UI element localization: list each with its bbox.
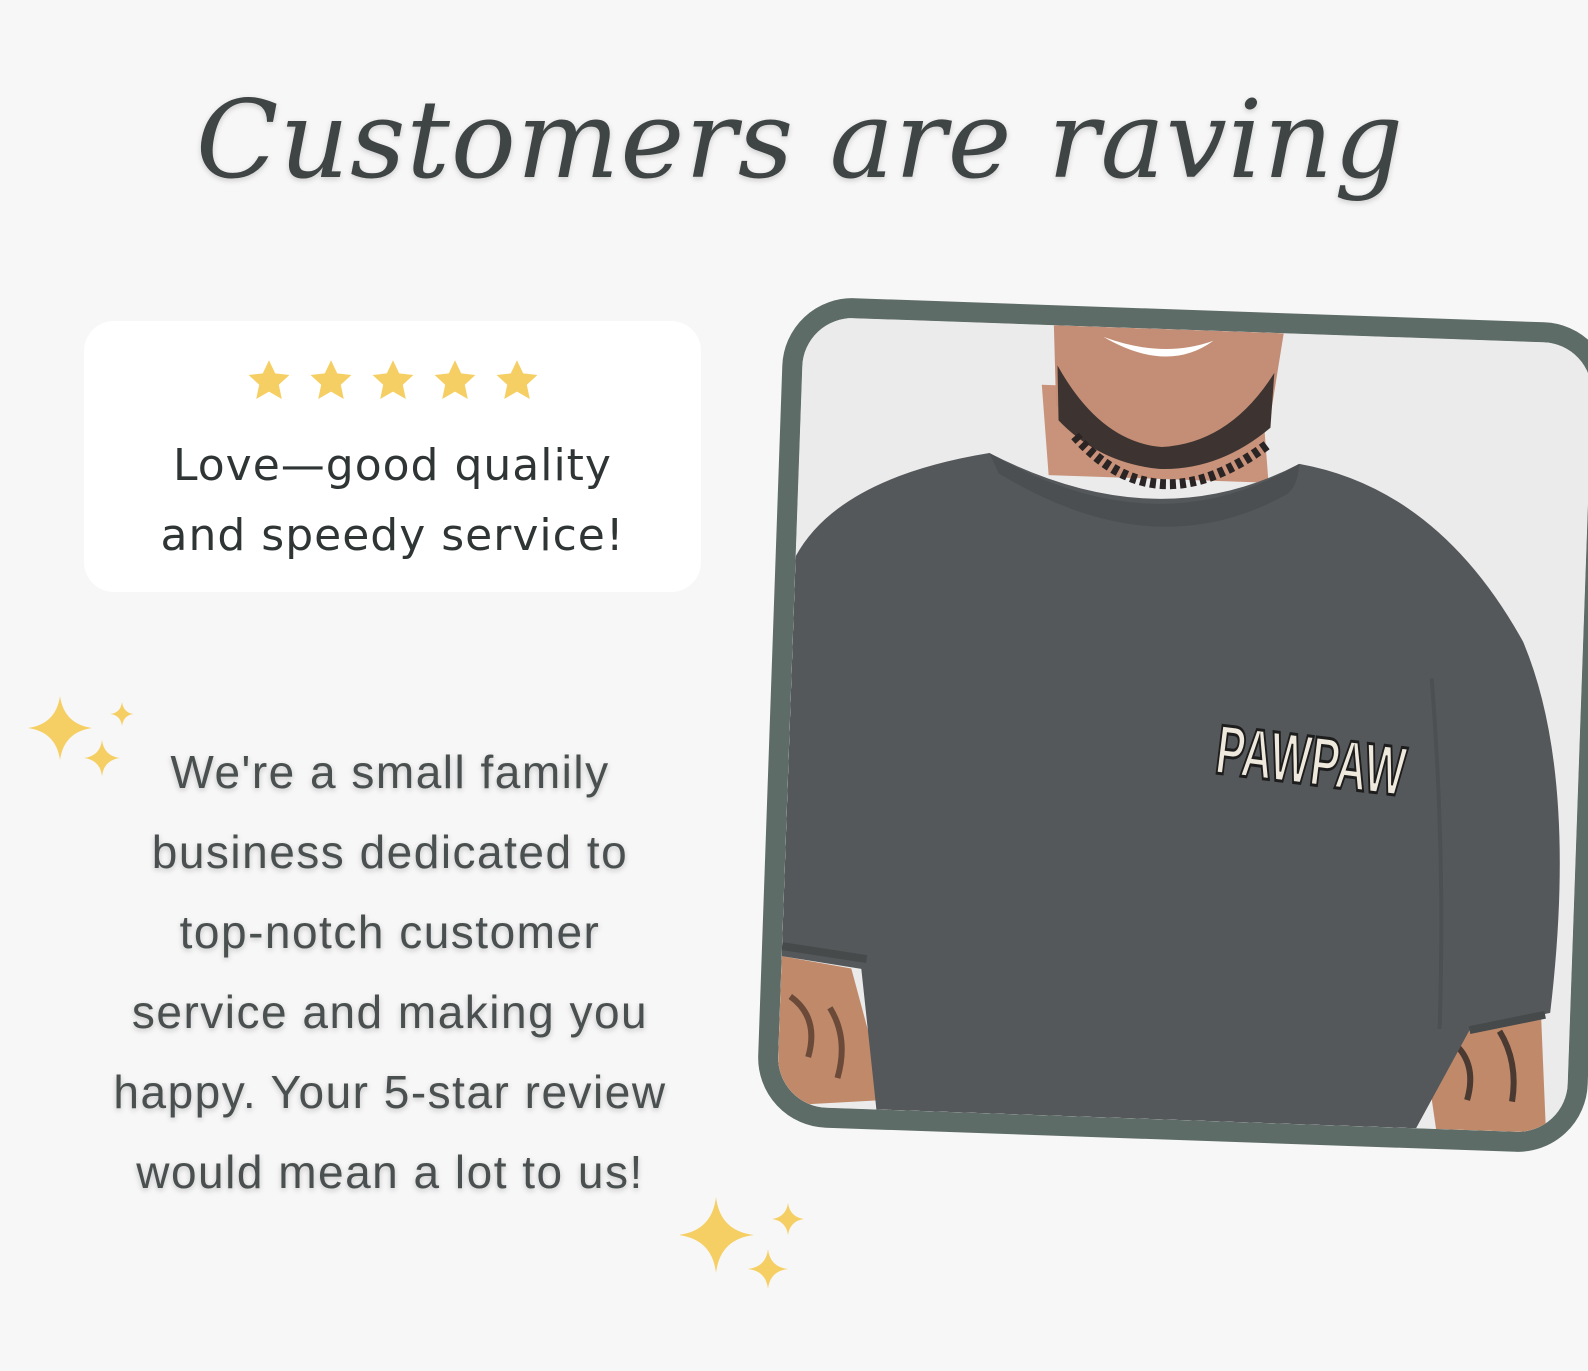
message-line: business dedicated to — [151, 826, 629, 878]
message-line: service and making you — [131, 986, 649, 1038]
star-icon — [372, 360, 413, 399]
star-rating — [84, 357, 701, 405]
message-line: We're a small family — [170, 746, 610, 798]
review-quote: Love—good quality and speedy service! — [104, 431, 681, 571]
message-line: would mean a lot to us! — [136, 1146, 644, 1198]
sparkles-icon — [680, 1197, 804, 1289]
review-line: Love—good quality — [173, 440, 612, 491]
product-photo: PAWPAW — [755, 295, 1588, 1155]
review-card: Love—good quality and speedy service! — [84, 321, 701, 592]
t-shirt — [781, 453, 1560, 1129]
star-icon — [434, 360, 475, 399]
review-line: and speedy service! — [160, 510, 625, 561]
star-icon — [496, 360, 537, 399]
star-icon — [248, 360, 289, 399]
page-title: Customers are raving — [195, 77, 1405, 203]
star-icon — [310, 360, 351, 399]
message-line: top-notch customer — [179, 906, 601, 958]
message-line: happy. Your 5-star review — [113, 1066, 667, 1118]
message-text: We're a small family business dedicated … — [60, 732, 720, 1212]
